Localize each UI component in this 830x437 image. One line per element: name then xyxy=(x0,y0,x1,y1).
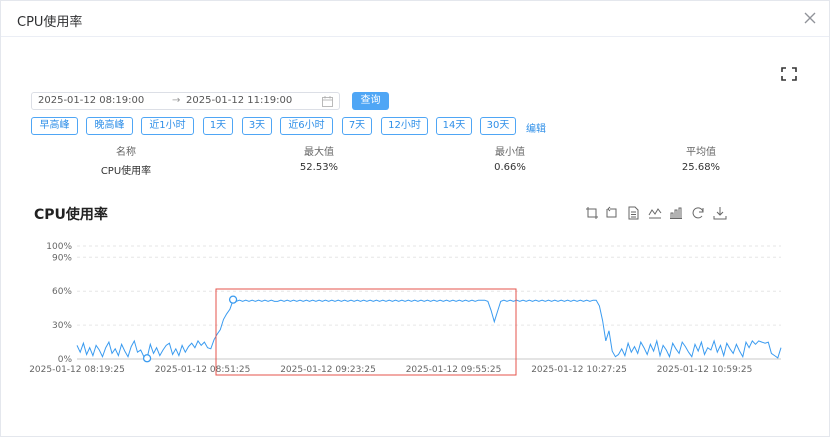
min-point-marker xyxy=(142,354,152,363)
x-tick-label: 2025-01-12 08:19:25 xyxy=(29,365,125,375)
y-tick-label: 0% xyxy=(58,355,73,365)
range-separator: → xyxy=(172,95,181,106)
x-tick-label: 2025-01-12 10:59:25 xyxy=(657,365,753,375)
quick-range-button[interactable]: 早高峰 xyxy=(31,117,78,135)
x-tick-label: 2025-01-12 09:55:25 xyxy=(406,365,502,375)
restore-icon[interactable] xyxy=(691,206,705,220)
x-tick-label: 2025-01-12 08:51:25 xyxy=(155,365,251,375)
y-tick-label: 100% xyxy=(46,242,72,252)
max-point-marker xyxy=(228,295,238,304)
line-switch-icon[interactable] xyxy=(648,206,662,220)
x-axis: 2025-01-12 08:19:25 2025-01-12 08:51:25 20… xyxy=(29,365,752,375)
zoom-select-icon[interactable] xyxy=(585,206,599,220)
end-date-input[interactable]: 2025-01-12 11:19:00 xyxy=(186,95,292,106)
quick-range-button[interactable]: 12小时 xyxy=(381,117,428,135)
quick-range-button[interactable]: 晚高峰 xyxy=(86,117,133,135)
quick-range-button[interactable]: 近6小时 xyxy=(280,117,333,135)
save-image-icon[interactable] xyxy=(713,206,727,220)
x-tick-label: 2025-01-12 09:23:25 xyxy=(280,365,376,375)
edit-link[interactable]: 编辑 xyxy=(526,120,546,135)
stats-row-avg: 25.68% xyxy=(681,162,721,173)
zoom-reset-icon[interactable] xyxy=(604,206,618,220)
quick-range-button[interactable]: 近1小时 xyxy=(141,117,194,135)
y-tick-label: 60% xyxy=(52,287,72,297)
start-date-input[interactable]: 2025-01-12 08:19:00 xyxy=(38,95,144,106)
y-tick-label: 30% xyxy=(52,321,72,331)
chart-title: CPU使用率 xyxy=(34,207,108,223)
chart-grid xyxy=(77,245,781,360)
quick-range-button[interactable]: 1天 xyxy=(203,117,233,135)
stats-header-avg: 平均值 xyxy=(686,147,716,158)
fullscreen-icon[interactable] xyxy=(781,67,797,81)
cpu-usage-dialog: CPU使用率 2025-01-12 08:19:00 → 2025-01-12 … xyxy=(0,0,830,437)
quick-range-button[interactable]: 14天 xyxy=(436,117,472,135)
bar-switch-icon[interactable] xyxy=(669,206,683,220)
stats-row-max: 52.53% xyxy=(299,162,339,173)
stats-row-name: CPU使用率 xyxy=(100,166,152,177)
y-axis: 0% 30% 60% 90%100% xyxy=(46,242,72,365)
stats-header-min: 最小值 xyxy=(495,147,525,158)
query-button[interactable]: 查询 xyxy=(352,92,389,110)
date-range-picker[interactable]: 2025-01-12 08:19:00 → 2025-01-12 11:19:0… xyxy=(31,92,340,110)
stats-header-name: 名称 xyxy=(116,147,136,158)
calendar-icon xyxy=(322,96,333,107)
quick-range-button[interactable]: 3天 xyxy=(242,117,272,135)
dialog-title: CPU使用率 xyxy=(17,15,83,30)
chart-markers xyxy=(142,295,238,363)
y-tick-label: 90% xyxy=(52,253,72,263)
x-tick-label: 2025-01-12 10:27:25 xyxy=(531,365,627,375)
data-view-icon[interactable] xyxy=(626,206,640,220)
cpu-line-chart: 0%30%60%90%100% 2025-01-12 08:19:25 2025-… xyxy=(29,242,782,376)
quick-range-button[interactable]: 7天 xyxy=(342,117,372,135)
dialog-header: CPU使用率 xyxy=(1,1,829,37)
close-icon[interactable] xyxy=(801,9,819,27)
quick-range-button[interactable]: 30天 xyxy=(480,117,516,135)
series-line xyxy=(76,299,782,359)
stats-header-max: 最大值 xyxy=(304,147,334,158)
highlight-box xyxy=(215,288,517,376)
stats-row-min: 0.66% xyxy=(494,162,526,173)
